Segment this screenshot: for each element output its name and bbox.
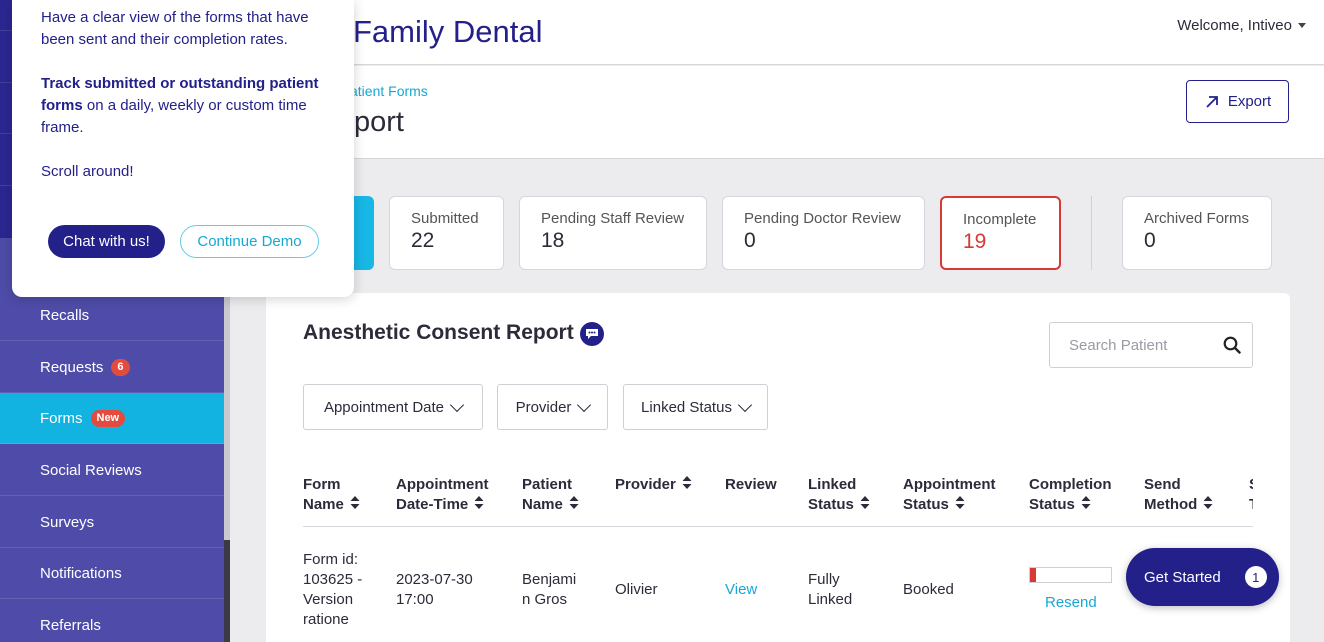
column-header-provider[interactable]: Provider (615, 475, 692, 495)
sort-icon[interactable] (682, 475, 692, 495)
stat-card-submitted[interactable]: Submitted 22 (389, 196, 504, 270)
completion-progress-bar (1029, 567, 1112, 583)
search-icon[interactable] (1212, 336, 1252, 354)
stat-value: 19 (963, 230, 987, 253)
popover-text: Scroll around! (41, 163, 134, 180)
chevron-down-icon (737, 397, 753, 412)
cell-provider: Olivier (615, 581, 658, 598)
column-header-appointment-status[interactable]: Appointment Status (903, 475, 995, 515)
sidebar-item-label: Social Reviews (40, 461, 142, 479)
sidebar-item-social-reviews[interactable]: Social Reviews (0, 445, 224, 496)
stat-label: Pending Staff Review (541, 210, 685, 227)
get-started-label: Get Started (1144, 568, 1221, 586)
sidebar-item-label: Surveys (40, 513, 95, 531)
search-input[interactable]: Search Patient (1049, 322, 1253, 368)
view-link[interactable]: View (725, 580, 757, 600)
sort-icon[interactable] (1081, 495, 1091, 515)
arrow-up-right-icon (1206, 95, 1218, 108)
sort-icon[interactable] (569, 495, 579, 515)
stat-card-pending-doctor-review[interactable]: Pending Doctor Review 0 (722, 196, 925, 270)
count-badge: 6 (111, 358, 130, 376)
demo-tour-popover: Have a clear view of the forms that have… (12, 0, 354, 297)
stat-label: Pending Doctor Review (744, 210, 901, 227)
user-menu[interactable]: Welcome, Intiveo (1177, 17, 1306, 34)
search-placeholder: Search Patient (1069, 336, 1168, 354)
export-label: Export (1227, 93, 1272, 110)
cell-appointment-datetime: 2023-07-30 17:00 (396, 571, 473, 608)
sidebar-item-requests[interactable]: Requests 6 (0, 342, 224, 393)
stat-label: Archived Forms (1144, 210, 1250, 227)
column-header-form-name[interactable]: Form Name (303, 475, 360, 515)
progress-fill (1030, 568, 1037, 582)
sidebar-item-label: Notifications (40, 564, 122, 582)
sort-icon[interactable] (955, 495, 965, 515)
cell-appointment-status: Booked (903, 581, 954, 598)
sidebar-item-surveys[interactable]: Surveys (0, 497, 224, 548)
sort-icon[interactable] (1203, 495, 1213, 515)
popover-text: Have a clear view of the forms that have… (41, 9, 309, 48)
chat-with-us-button[interactable]: Chat with us! (48, 225, 165, 258)
column-header-patient-name[interactable]: Patient Name (522, 475, 579, 515)
welcome-text: Welcome, Intiveo (1177, 17, 1292, 34)
sidebar-item-forms[interactable]: Forms New (0, 393, 224, 444)
scrollbar-thumb[interactable] (224, 540, 230, 642)
brand-name: Family Dental (353, 14, 543, 49)
top-header: Family Dental Welcome, Intiveo (230, 0, 1324, 65)
filter-provider[interactable]: Provider (497, 384, 608, 430)
stat-card-incomplete[interactable]: Incomplete 19 (940, 196, 1061, 270)
stat-label: Incomplete (963, 211, 1037, 228)
sidebar-item-referrals[interactable]: Referrals (0, 600, 224, 642)
sidebar-item-label: Recalls (40, 306, 90, 324)
stat-card-pending-staff-review[interactable]: Pending Staff Review 18 (519, 196, 707, 270)
resend-link[interactable]: Resend (1045, 593, 1097, 613)
filter-label: Provider (515, 398, 572, 416)
stat-label: Submitted (411, 210, 479, 227)
cell-form-name: Form id: 103625 - Version ratione (303, 551, 363, 628)
step-count-badge: 1 (1244, 566, 1267, 588)
stat-value: 0 (1144, 229, 1156, 252)
export-button[interactable]: Export (1186, 80, 1289, 123)
sort-icon[interactable] (350, 495, 360, 515)
column-header-linked-status[interactable]: Linked Status (808, 475, 870, 515)
sidebar-item-label: Requests (40, 358, 104, 376)
breadcrumb-link[interactable]: atient Forms (350, 83, 428, 99)
caret-down-icon (1298, 23, 1306, 28)
continue-demo-button[interactable]: Continue Demo (180, 225, 319, 258)
table-header-divider (303, 526, 1253, 527)
comment-icon[interactable] (580, 322, 604, 346)
sidebar-item-label: Referrals (40, 616, 101, 634)
cell-patient-name: Benjami n Gros (522, 571, 577, 608)
sidebar-item-notifications[interactable]: Notifications (0, 548, 224, 599)
stat-value: 0 (744, 229, 756, 252)
popover-text: Track submitted or outstanding patient f… (41, 75, 319, 136)
sidebar-item-label: Forms (40, 409, 83, 427)
filter-appointment-date[interactable]: Appointment Date (303, 384, 483, 430)
stat-value: 22 (411, 229, 435, 252)
column-header-send-method[interactable]: Send Method (1144, 475, 1213, 515)
stat-divider (1091, 196, 1092, 270)
chevron-down-icon (449, 397, 465, 412)
chevron-down-icon (577, 397, 592, 412)
column-header-review: Review (725, 476, 777, 493)
sidebar-item-recalls[interactable]: Recalls (0, 290, 224, 341)
page-title: port (354, 106, 404, 138)
column-header-truncated: ST (1249, 475, 1253, 515)
page-header: atient Forms port Export (230, 66, 1324, 159)
get-started-button[interactable]: Get Started 1 (1126, 548, 1279, 606)
stat-card-archived-forms[interactable]: Archived Forms 0 (1122, 196, 1272, 270)
column-header-appointment-datetime[interactable]: Appointment Date-Time (396, 475, 488, 515)
filter-label: Linked Status (641, 398, 732, 416)
filter-linked-status[interactable]: Linked Status (623, 384, 768, 430)
sort-icon[interactable] (860, 495, 870, 515)
column-header-completion-status[interactable]: Completion Status (1029, 475, 1112, 515)
new-badge: New (90, 409, 126, 427)
report-title: Anesthetic Consent Report (303, 321, 574, 344)
stat-value: 18 (541, 229, 565, 252)
filter-label: Appointment Date (323, 398, 445, 416)
cell-linked-status: Fully Linked (808, 571, 853, 608)
sort-icon[interactable] (474, 495, 484, 515)
